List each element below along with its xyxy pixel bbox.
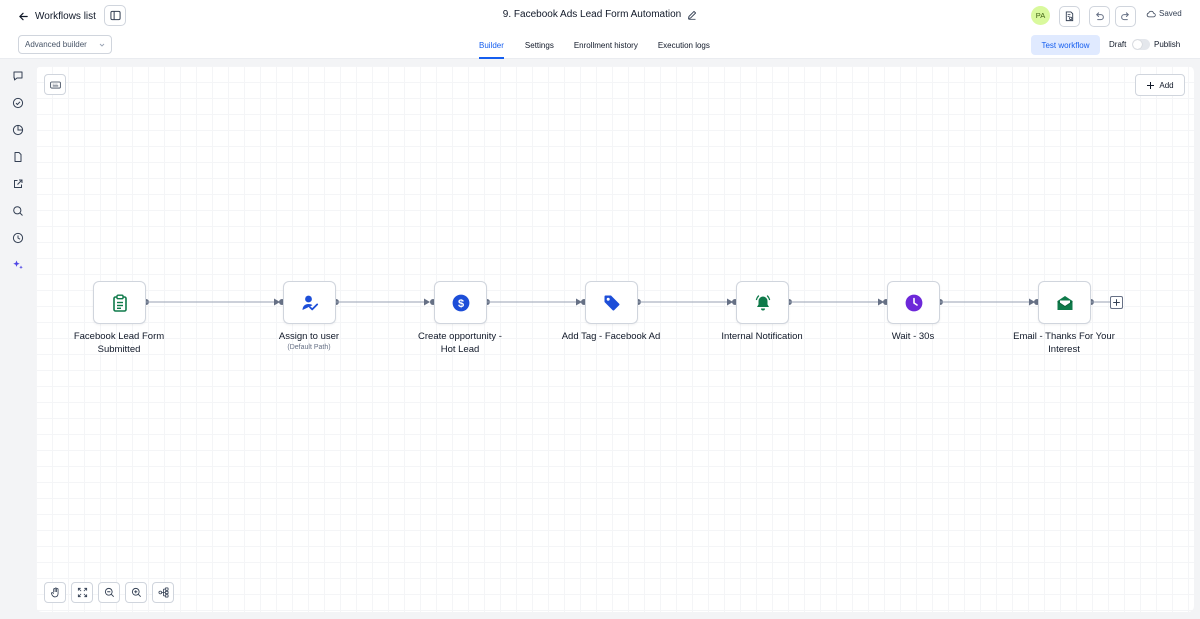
history-icon[interactable] [11,231,25,245]
external-link-icon[interactable] [11,177,25,191]
connector-5 [786,298,889,306]
builder-mode-select[interactable]: Advanced builder [18,35,112,54]
email-icon [1056,295,1073,310]
connector-3 [484,298,587,306]
hand-icon [50,587,58,598]
undo-button[interactable] [1089,6,1110,27]
toggle-knob [1133,40,1142,49]
zoom-in-button[interactable] [125,582,147,603]
node-label: Internal Notification [721,331,803,342]
expand-icon [77,587,87,598]
pie-chart-icon[interactable] [11,123,25,137]
sidebar-panel-icon [109,10,121,21]
node-label: Assign to user (Default Path) [278,331,340,351]
left-nav [0,60,36,619]
workflow-canvas[interactable]: Add Facebook Lead Form Submitted Assign … [36,66,1194,612]
auto-layout-button[interactable] [152,582,174,603]
cloud-icon [1146,10,1156,17]
saved-label: Saved [1159,9,1182,18]
ai-sparkle-icon[interactable] [11,258,25,272]
clock-icon [905,294,922,311]
search-icon[interactable] [11,204,25,218]
node-add-tag[interactable] [585,281,638,324]
chevron-down-icon [99,43,105,47]
node-assign-to-user[interactable] [283,281,336,324]
top-bar: Workflows list 9. Facebook Ads Lead Form… [0,0,1200,31]
test-workflow-button[interactable]: Test workflow [1031,35,1100,55]
tag-icon [604,295,619,310]
document-search-icon [1065,11,1074,22]
node-label: Facebook Lead Form Submitted [73,331,165,355]
redo-icon [1121,12,1129,21]
connector-end [1088,299,1110,305]
sidebar-toggle-button[interactable] [104,5,126,26]
node-wait[interactable] [887,281,940,324]
redo-button[interactable] [1115,6,1136,27]
tab-list: Builder Settings Enrollment history Exec… [479,31,730,59]
node-email-thanks[interactable] [1038,281,1091,324]
node-internal-notification[interactable] [736,281,789,324]
pan-mode-button[interactable] [44,582,66,603]
bell-icon [755,294,770,310]
avatar[interactable]: PA [1031,6,1050,25]
clipboard-icon [112,294,127,312]
sub-bar: Advanced builder Builder Settings Enroll… [0,31,1200,59]
node-label: Add Tag - Facebook Ad [561,331,661,342]
connector-2 [333,298,436,306]
save-status: Saved [1146,9,1182,18]
connector-4 [635,298,738,306]
tab-settings[interactable]: Settings [525,31,554,59]
comment-icon[interactable] [11,69,25,83]
draft-label: Draft [1109,40,1127,49]
flow-layout-icon [158,587,168,598]
arrow-left-icon [19,12,28,20]
tab-execution-logs[interactable]: Execution logs [658,31,710,59]
undo-icon [1096,12,1104,21]
notes-button[interactable] [1059,6,1080,27]
pencil-icon[interactable] [687,10,697,20]
workflow-title-text: 9. Facebook Ads Lead Form Automation [502,9,682,20]
svg-text:$: $ [457,298,463,310]
zoom-out-icon [104,587,114,598]
back-to-workflows-link[interactable]: Workflows list [18,6,96,26]
connector-1 [143,298,285,306]
connector-6 [937,298,1040,306]
back-link-label: Workflows list [35,10,96,22]
publish-label: Publish [1154,40,1181,49]
fit-view-button[interactable] [71,582,93,603]
builder-mode-value: Advanced builder [25,40,87,49]
user-assign-icon [302,295,318,310]
check-circle-icon[interactable] [11,96,25,110]
tab-enrollment-history[interactable]: Enrollment history [574,31,638,59]
workflow-title[interactable]: 9. Facebook Ads Lead Form Automation [503,9,697,20]
node-label: Create opportunity - Hot Lead [418,331,502,355]
node-facebook-lead-form[interactable] [93,281,146,324]
node-label: Email - Thanks For Your Interest [1013,331,1115,355]
publish-toggle[interactable] [1132,39,1150,50]
tab-builder[interactable]: Builder [479,31,504,59]
node-label: Wait - 30s [891,331,935,342]
plus-icon [1113,299,1120,306]
zoom-out-button[interactable] [98,582,120,603]
node-create-opportunity[interactable]: $ [434,281,487,324]
file-icon[interactable] [11,150,25,164]
add-step-end-button[interactable] [1110,296,1123,309]
zoom-in-icon [131,587,141,598]
dollar-icon: $ [452,294,469,311]
